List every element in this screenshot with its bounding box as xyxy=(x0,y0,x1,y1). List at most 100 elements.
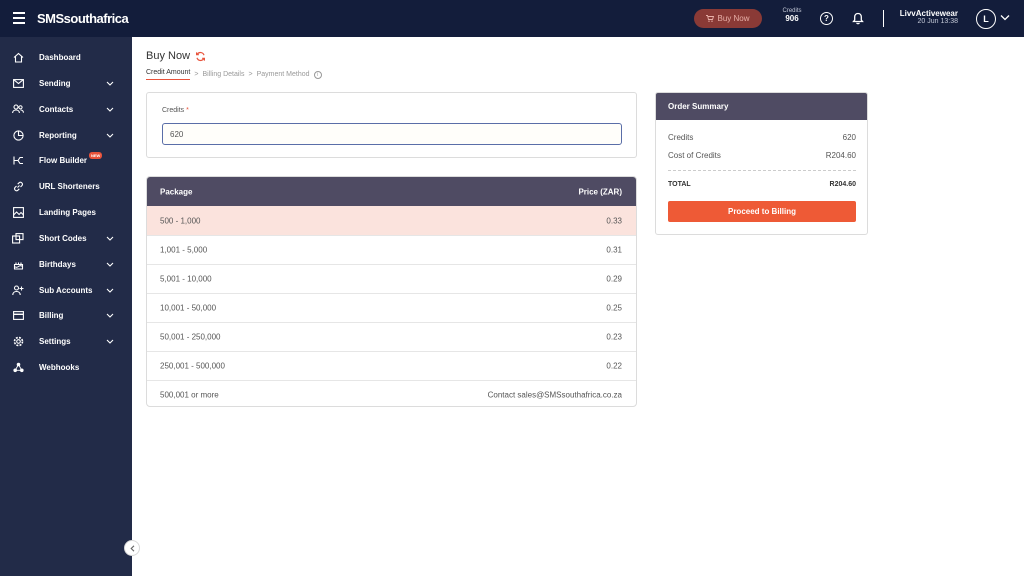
sidebar-item-billing[interactable]: Billing xyxy=(0,305,132,325)
sidebar-item-webhooks[interactable]: Webhooks xyxy=(0,357,132,377)
summary-divider xyxy=(668,170,856,171)
info-icon[interactable]: i xyxy=(313,70,322,79)
summary-credits-value: 620 xyxy=(842,133,856,142)
mail-icon xyxy=(12,77,24,89)
avatar[interactable]: L xyxy=(976,9,996,29)
order-summary-title: Order Summary xyxy=(656,93,867,120)
user-info[interactable]: LivvActivewear 20 Jun 13:38 xyxy=(890,9,958,26)
buy-now-button[interactable]: Buy Now xyxy=(694,9,762,28)
bell-icon[interactable] xyxy=(852,12,864,25)
sidebar-item-label: Billing xyxy=(39,310,64,320)
chevron-down-icon xyxy=(106,133,114,138)
order-summary-card: Order Summary Credits 620 Cost of Credit… xyxy=(655,92,868,235)
collapse-sidebar-button[interactable] xyxy=(124,540,140,556)
chevron-down-icon xyxy=(106,288,114,293)
sidebar-item-flow-builder[interactable]: Flow Builder NEW xyxy=(0,150,132,170)
summary-cost-row: Cost of Credits R204.60 xyxy=(668,151,856,160)
step-payment-method[interactable]: Payment Method xyxy=(257,71,310,78)
gear-icon xyxy=(12,335,24,347)
summary-credits-row: Credits 620 xyxy=(668,133,856,142)
top-bar: SMSsouthafrica Buy Now Credits 906 ? Liv… xyxy=(0,0,1024,37)
chevron-down-icon xyxy=(106,81,114,86)
brand-logo[interactable]: SMSsouthafrica xyxy=(37,11,129,26)
summary-credits-label: Credits xyxy=(668,133,694,142)
contacts-icon xyxy=(12,103,24,115)
sidebar-item-contacts[interactable]: Contacts xyxy=(0,99,132,119)
table-row: 500 - 1,000 0.33 xyxy=(147,206,636,235)
chevron-down-icon xyxy=(106,339,114,344)
refresh-icon[interactable] xyxy=(195,51,206,62)
price-column-header: Price (ZAR) xyxy=(578,187,622,196)
step-billing-details[interactable]: Billing Details xyxy=(202,71,244,78)
chevron-down-icon xyxy=(106,313,114,318)
add-user-icon xyxy=(12,284,24,296)
sidebar-item-short-codes[interactable]: Short Codes xyxy=(0,228,132,248)
step-credit-amount[interactable]: Credit Amount xyxy=(146,69,191,80)
sidebar-item-label: Webhooks xyxy=(39,362,80,372)
short-codes-icon xyxy=(12,232,24,244)
summary-total-label: TOTAL xyxy=(668,181,691,188)
contact-sales-link[interactable]: Contact sales@SMSsouthafrica.co.za xyxy=(488,391,622,400)
price-cell: 0.31 xyxy=(606,245,622,255)
image-icon xyxy=(12,206,24,218)
package-cell: 500,001 or more xyxy=(160,390,219,400)
cake-icon xyxy=(12,258,24,270)
cart-icon xyxy=(706,15,715,22)
sidebar-item-label: Sending xyxy=(39,78,71,88)
credits-card: Credits * xyxy=(146,92,637,158)
proceed-to-billing-button[interactable]: Proceed to Billing xyxy=(668,201,856,222)
sidebar-item-sending[interactable]: Sending xyxy=(0,73,132,93)
sidebar-item-landing-pages[interactable]: Landing Pages xyxy=(0,202,132,222)
page-title-text: Buy Now xyxy=(146,50,191,62)
new-badge: NEW xyxy=(89,152,103,159)
table-row: 10,001 - 50,000 0.25 xyxy=(147,293,636,322)
package-cell: 10,001 - 50,000 xyxy=(160,303,217,313)
package-cell: 250,001 - 500,000 xyxy=(160,361,225,371)
sidebar-item-reporting[interactable]: Reporting xyxy=(0,125,132,145)
help-icon[interactable]: ? xyxy=(820,12,833,25)
required-mark: * xyxy=(186,107,189,114)
sidebar-item-label: Short Codes xyxy=(39,233,87,243)
price-cell: 0.33 xyxy=(606,216,622,225)
summary-cost-value: R204.60 xyxy=(825,151,856,160)
sidebar-item-label: Settings xyxy=(39,336,71,346)
sidebar-item-label: Landing Pages xyxy=(39,207,96,217)
sidebar-item-settings[interactable]: Settings xyxy=(0,331,132,351)
step-separator: > xyxy=(248,71,253,78)
chevron-down-icon xyxy=(106,262,114,267)
table-header: Package Price (ZAR) xyxy=(147,177,636,206)
table-row: 50,001 - 250,000 0.23 xyxy=(147,322,636,351)
package-table: Package Price (ZAR) 500 - 1,000 0.33 1,0… xyxy=(146,176,637,407)
chevron-down-icon[interactable] xyxy=(1000,14,1010,21)
sidebar-item-dashboard[interactable]: Dashboard xyxy=(0,47,132,67)
card-icon xyxy=(12,309,24,321)
price-cell: 0.22 xyxy=(606,361,622,371)
price-cell: 0.23 xyxy=(606,332,622,342)
menu-icon[interactable] xyxy=(13,12,25,24)
table-row: 500,001 or more Contact sales@SMSsouthaf… xyxy=(147,380,636,406)
sidebar-item-birthdays[interactable]: Birthdays xyxy=(0,254,132,274)
credits-input[interactable] xyxy=(162,123,622,145)
header-divider xyxy=(883,10,884,27)
summary-cost-label: Cost of Credits xyxy=(668,151,721,160)
chevron-down-icon xyxy=(106,236,114,241)
sidebar-item-url-shorteners[interactable]: URL Shorteners xyxy=(0,176,132,196)
sidebar-item-sub-accounts[interactable]: Sub Accounts xyxy=(0,280,132,300)
sidebar-item-label: Birthdays xyxy=(39,259,76,269)
package-cell: 5,001 - 10,000 xyxy=(160,274,212,284)
package-cell: 1,001 - 5,000 xyxy=(160,245,208,255)
summary-total-row: TOTAL R204.60 xyxy=(668,181,856,188)
price-cell: 0.25 xyxy=(606,303,622,313)
flow-icon xyxy=(12,154,24,166)
package-column-header: Package xyxy=(160,187,193,196)
summary-total-value: R204.60 xyxy=(829,181,856,188)
sidebar-item-label: Dashboard xyxy=(39,52,81,62)
buy-now-label: Buy Now xyxy=(717,14,750,23)
sidebar-item-label: URL Shorteners xyxy=(39,181,100,191)
price-cell: 0.29 xyxy=(606,274,622,284)
user-date: 20 Jun 13:38 xyxy=(917,18,958,26)
pie-chart-icon xyxy=(12,129,24,141)
link-icon xyxy=(12,180,24,192)
user-name: LivvActivewear xyxy=(899,9,958,18)
credits-balance-value: 906 xyxy=(785,13,799,23)
